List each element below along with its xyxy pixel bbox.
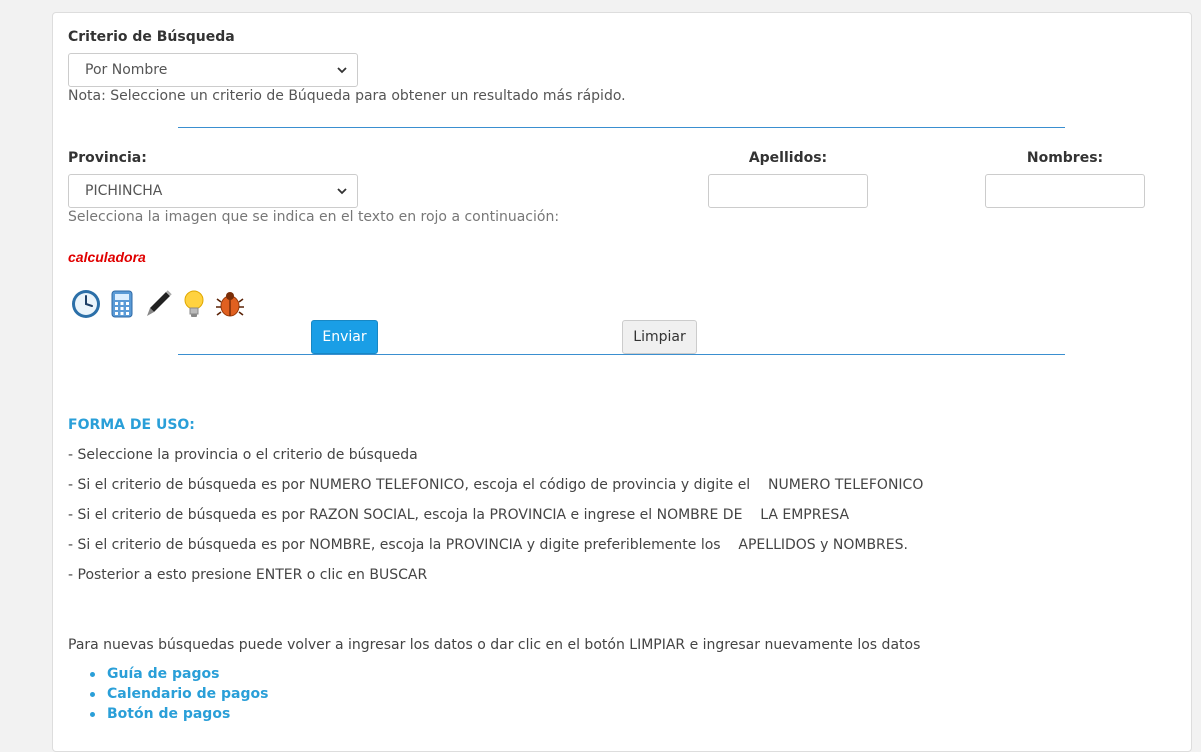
usage-step: - Posterior a esto presione ENTER o clic… <box>68 567 428 583</box>
clear-button[interactable]: Limpiar <box>622 320 697 354</box>
bullet-icon <box>90 691 95 697</box>
list-item: Guía de pagos <box>90 664 268 684</box>
province-value: PICHINCHA <box>85 183 163 199</box>
search-criteria-label: Criterio de Búsqueda <box>68 29 235 45</box>
usage-step: - Si el criterio de búsqueda es por NOMB… <box>68 537 908 553</box>
list-item: Botón de pagos <box>90 704 268 724</box>
clock-icon[interactable] <box>70 288 102 320</box>
divider-bottom <box>178 354 1065 355</box>
link-payment-guide[interactable]: Guía de pagos <box>107 666 219 682</box>
chevron-down-icon <box>327 185 357 198</box>
submit-button[interactable]: Enviar <box>311 320 378 354</box>
province-select[interactable]: PICHINCHA <box>68 174 358 208</box>
pen-icon[interactable] <box>142 288 174 320</box>
captcha-target-word: calculadora <box>68 249 146 265</box>
usage-step: - Seleccione la provincia o el criterio … <box>68 447 418 463</box>
calculator-icon[interactable] <box>106 288 138 320</box>
link-payment-button[interactable]: Botón de pagos <box>107 706 230 722</box>
surnames-input[interactable] <box>708 174 868 208</box>
lightbulb-icon[interactable] <box>178 288 210 320</box>
names-input[interactable] <box>985 174 1145 208</box>
surnames-label: Apellidos: <box>748 150 828 166</box>
list-item: Calendario de pagos <box>90 684 268 704</box>
bug-icon[interactable] <box>214 288 246 320</box>
divider-top <box>178 127 1065 128</box>
link-payment-calendar[interactable]: Calendario de pagos <box>107 686 268 702</box>
links-list: Guía de pagos Calendario de pagos Botón … <box>90 664 268 724</box>
captcha-instruction: Selecciona la imagen que se indica en el… <box>68 209 560 225</box>
bullet-icon <box>90 711 95 717</box>
chevron-down-icon <box>327 64 357 77</box>
province-label: Provincia: <box>68 150 147 166</box>
names-label: Nombres: <box>1026 150 1104 166</box>
search-criteria-select[interactable]: Por Nombre <box>68 53 358 87</box>
bullet-icon <box>90 671 95 677</box>
usage-title: FORMA DE USO: <box>68 417 195 433</box>
search-criteria-note: Nota: Seleccione un criterio de Búqueda … <box>68 88 626 104</box>
search-criteria-value: Por Nombre <box>85 62 168 78</box>
usage-step: - Si el criterio de búsqueda es por NUME… <box>68 477 924 493</box>
usage-step: - Si el criterio de búsqueda es por RAZO… <box>68 507 850 523</box>
usage-footer: Para nuevas búsquedas puede volver a ing… <box>68 637 921 653</box>
